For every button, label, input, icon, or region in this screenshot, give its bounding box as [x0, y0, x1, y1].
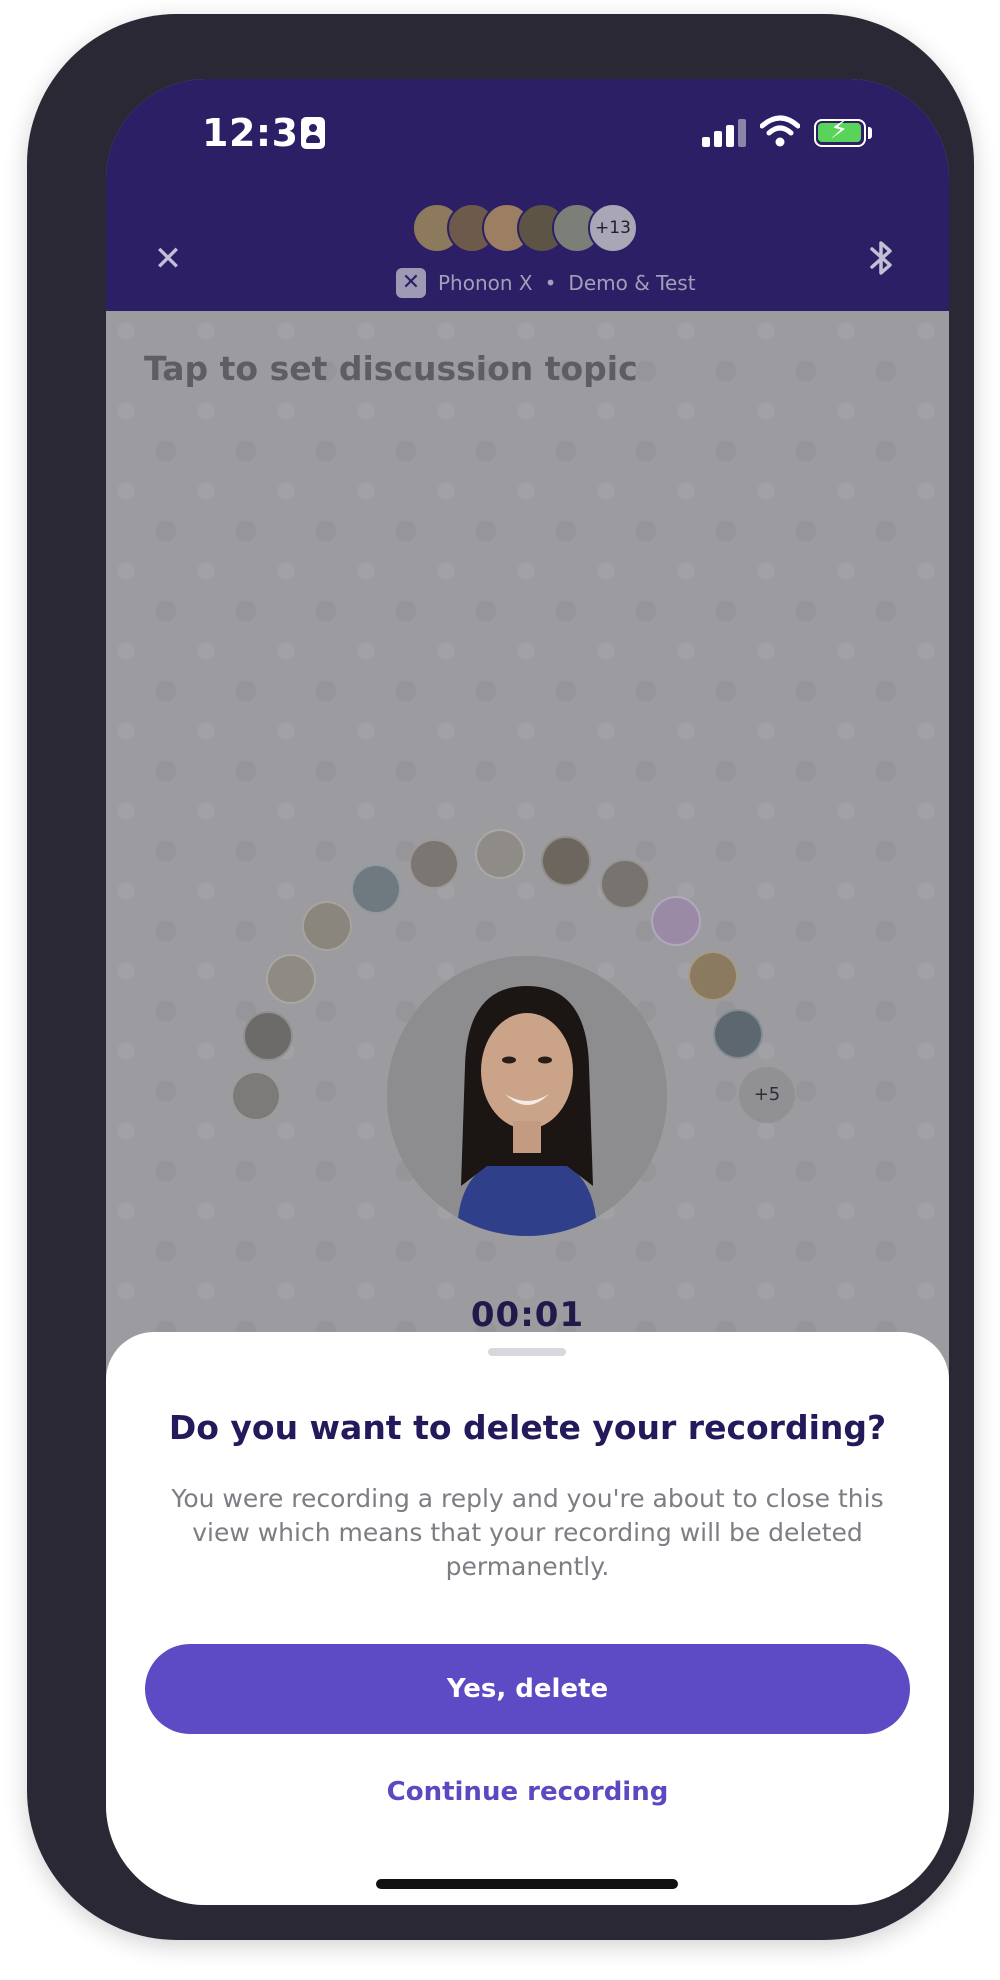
home-indicator[interactable] [376, 1879, 678, 1889]
more-speakers-badge: +5 [739, 1067, 795, 1123]
yes-delete-button[interactable]: Yes, delete [145, 1644, 910, 1734]
speaker-avatar [351, 864, 401, 914]
yes-delete-label: Yes, delete [446, 1674, 609, 1704]
team-name: Phonon X [438, 271, 533, 295]
speaker-avatar [541, 836, 591, 886]
wifi-icon [760, 115, 800, 147]
close-icon: ✕ [153, 239, 183, 279]
speaker-avatar [688, 951, 738, 1001]
bluetooth-icon [870, 241, 892, 275]
cellular-signal-icon [702, 119, 746, 147]
continue-recording-button[interactable]: Continue recording [106, 1777, 949, 1807]
speaker-portrait [387, 956, 667, 1236]
phone-frame: 12:32 ⚡ ✕ +13 ✕ Phonon X • Demo & Test T… [27, 14, 974, 1940]
channel-name: Demo & Test [568, 271, 696, 295]
channel-breadcrumb: ✕ Phonon X • Demo & Test [396, 265, 696, 301]
speaker-avatar [409, 839, 459, 889]
participants-more-badge: +13 [588, 203, 638, 253]
delete-recording-sheet: Do you want to delete your recording? Yo… [106, 1332, 949, 1905]
bluetooth-button[interactable] [862, 234, 902, 282]
sheet-drag-handle[interactable] [488, 1348, 566, 1356]
dialog-title: Do you want to delete your recording? [168, 1408, 887, 1447]
team-logo-icon: ✕ [396, 268, 426, 298]
speaker-avatar [600, 859, 650, 909]
contact-card-icon [301, 117, 325, 149]
speaker-avatar [651, 896, 701, 946]
speaker-avatar [266, 954, 316, 1004]
speaker-avatar [475, 829, 525, 879]
separator-dot: • [544, 271, 557, 295]
speaker-avatar [302, 901, 352, 951]
speaker-avatar [243, 1011, 293, 1061]
charging-bolt-icon: ⚡ [830, 115, 849, 145]
screen: 12:32 ⚡ ✕ +13 ✕ Phonon X • Demo & Test T… [106, 79, 949, 1905]
dialog-message: You were recording a reply and you're ab… [171, 1484, 884, 1581]
recording-timer: 00:01 [470, 1295, 585, 1335]
participant-avatars[interactable]: +13 [412, 203, 662, 253]
active-speaker-avatar [387, 956, 667, 1236]
battery-tip [868, 127, 872, 139]
discussion-topic[interactable]: Tap to set discussion topic [144, 349, 638, 388]
speaker-avatar [231, 1071, 281, 1121]
speaker-avatar [713, 1009, 763, 1059]
battery-icon: ⚡ [814, 115, 866, 147]
close-button[interactable]: ✕ [144, 235, 192, 283]
top-bar: 12:32 ⚡ ✕ +13 ✕ Phonon X • Demo & Test [106, 79, 949, 311]
